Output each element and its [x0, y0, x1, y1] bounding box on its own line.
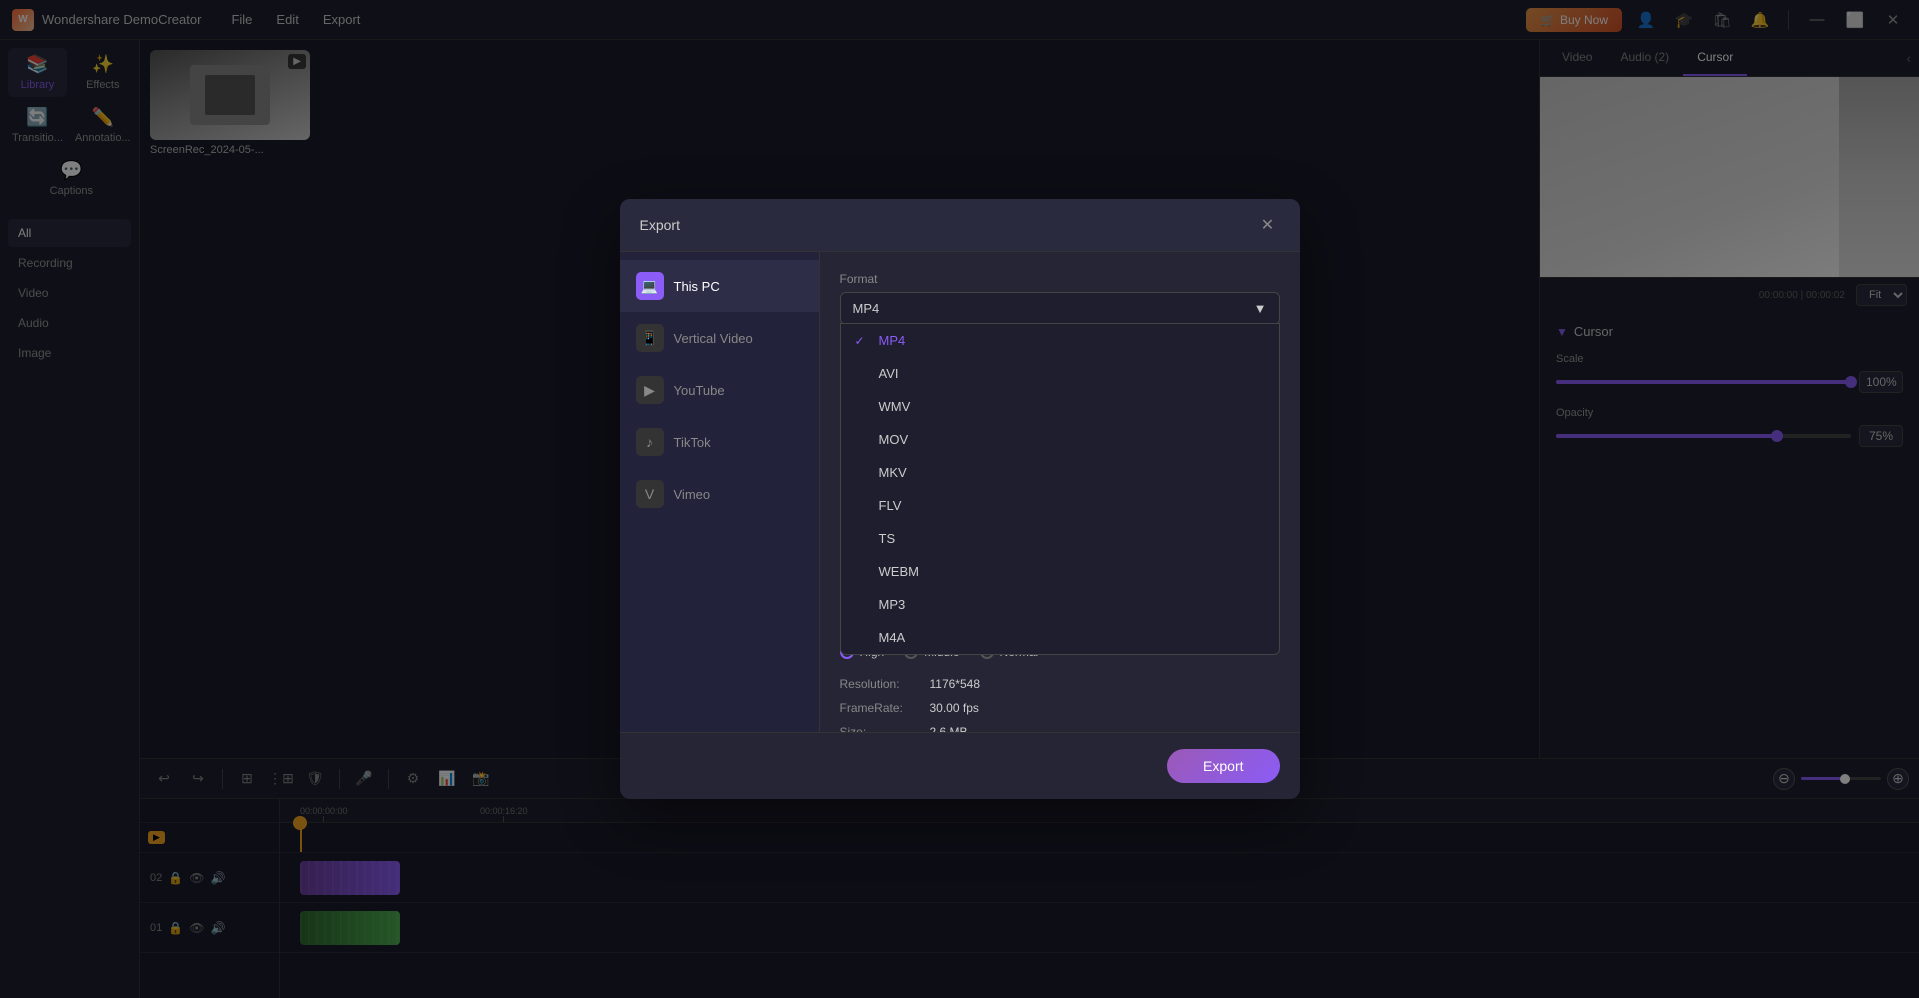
framerate-value: 30.00 fps [930, 701, 979, 715]
resolution-row: Resolution: 1176*548 [840, 677, 1280, 691]
sidebar-item-vimeo[interactable]: V Vimeo [620, 468, 819, 520]
modal-body: 💻 This PC 📱 Vertical Video ▶ YouTube ♪ T… [620, 252, 1300, 732]
format-option-wmv[interactable]: WMV [841, 390, 1279, 423]
format-option-mkv[interactable]: MKV [841, 456, 1279, 489]
format-group: Format MP4 ▼ ✓ MP4 [840, 272, 1280, 325]
youtube-icon: ▶ [636, 376, 664, 404]
modal-header: Export ✕ [620, 199, 1300, 252]
format-select[interactable]: MP4 ▼ [840, 292, 1280, 325]
format-dropdown-arrow: ▼ [1254, 301, 1267, 316]
export-modal: Export ✕ 💻 This PC 📱 Vertical Video ▶ Yo… [620, 199, 1300, 799]
size-value: 2.6 MB [930, 725, 968, 732]
format-option-mov[interactable]: MOV [841, 423, 1279, 456]
modal-content: Format MP4 ▼ ✓ MP4 [820, 252, 1300, 732]
size-label: Size: [840, 725, 930, 732]
format-dropdown-list: ✓ MP4 AVI WMV [840, 323, 1280, 655]
format-option-ts[interactable]: TS [841, 522, 1279, 555]
format-selected-value: MP4 [853, 301, 880, 316]
sidebar-item-this-pc[interactable]: 💻 This PC [620, 260, 819, 312]
format-option-mp4[interactable]: ✓ MP4 [841, 324, 1279, 357]
modal-footer: Export [620, 732, 1300, 799]
size-row: Size: 2.6 MB [840, 725, 1280, 732]
format-option-flv[interactable]: FLV [841, 489, 1279, 522]
framerate-label: FrameRate: [840, 701, 930, 715]
this-pc-icon: 💻 [636, 272, 664, 300]
framerate-row: FrameRate: 30.00 fps [840, 701, 1280, 715]
format-select-wrap: MP4 ▼ ✓ MP4 AVI [840, 292, 1280, 325]
resolution-value: 1176*548 [930, 677, 981, 691]
check-icon: ✓ [855, 334, 871, 348]
modal-sidebar: 💻 This PC 📱 Vertical Video ▶ YouTube ♪ T… [620, 252, 820, 732]
vertical-video-icon: 📱 [636, 324, 664, 352]
format-option-avi[interactable]: AVI [841, 357, 1279, 390]
sidebar-item-tiktok[interactable]: ♪ TikTok [620, 416, 819, 468]
sidebar-item-vertical-video[interactable]: 📱 Vertical Video [620, 312, 819, 364]
modal-overlay: Export ✕ 💻 This PC 📱 Vertical Video ▶ Yo… [0, 0, 1919, 998]
format-option-webm[interactable]: WEBM [841, 555, 1279, 588]
format-option-mp3[interactable]: MP3 [841, 588, 1279, 621]
modal-export-button[interactable]: Export [1167, 749, 1279, 783]
modal-close-button[interactable]: ✕ [1256, 213, 1280, 237]
format-option-m4a[interactable]: M4A [841, 621, 1279, 654]
sidebar-item-youtube[interactable]: ▶ YouTube [620, 364, 819, 416]
tiktok-icon: ♪ [636, 428, 664, 456]
resolution-label: Resolution: [840, 677, 930, 691]
format-label: Format [840, 272, 1280, 286]
modal-title: Export [640, 217, 680, 233]
vimeo-icon: V [636, 480, 664, 508]
